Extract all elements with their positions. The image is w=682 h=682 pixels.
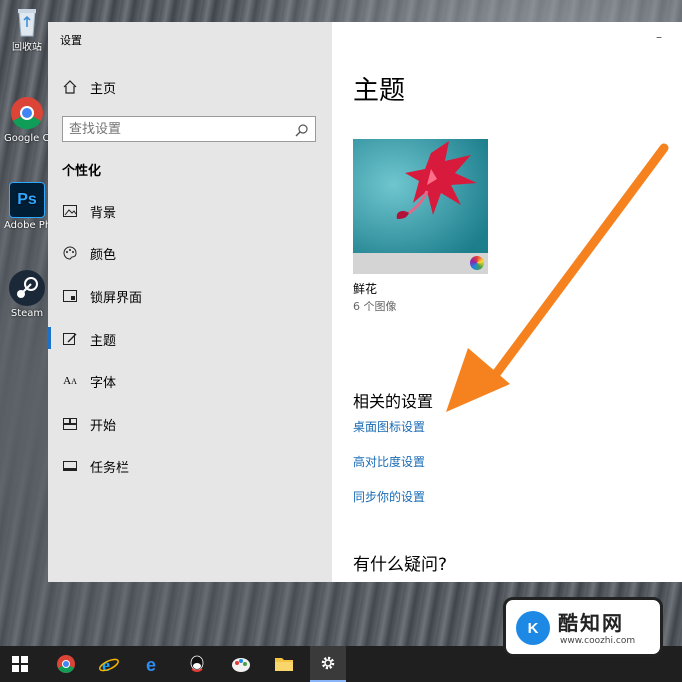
palette-icon xyxy=(62,245,78,261)
window-title: 设置 xyxy=(60,34,82,47)
flower-image xyxy=(353,139,488,253)
theme-color-strip xyxy=(353,253,488,274)
sidebar-item-home[interactable]: 主页 xyxy=(62,75,116,99)
sidebar-item-taskbar[interactable]: 任务栏 xyxy=(62,454,129,478)
sidebar-item-label: 锁屏界面 xyxy=(90,290,143,306)
sidebar-item-themes[interactable]: 主题 xyxy=(62,327,116,351)
minimize-button[interactable]: – xyxy=(656,30,662,44)
settings-window: 设置 主页 个性化 背景 颜色 xyxy=(48,22,682,582)
theme-image-count: 6 个图像 xyxy=(353,300,397,313)
page-title: 主题 xyxy=(353,76,406,106)
start-icon xyxy=(62,416,78,432)
coozhi-watermark: K 酷知网 www.coozhi.com xyxy=(503,597,663,657)
desktop-icon-label: Google Chrome xyxy=(4,133,50,144)
high-contrast-settings-link[interactable]: 高对比度设置 xyxy=(353,453,425,470)
taskbar-icon xyxy=(62,458,78,474)
coozhi-logo: K xyxy=(516,611,550,645)
settings-gear-icon[interactable] xyxy=(310,646,346,682)
theme-thumbnail[interactable] xyxy=(353,139,488,274)
home-icon xyxy=(62,79,78,95)
lock-screen-icon xyxy=(62,288,78,304)
sync-settings-link[interactable]: 同步你的设置 xyxy=(353,488,425,505)
desktop-icon-chrome[interactable]: Google Chrome xyxy=(4,95,50,145)
sidebar-item-start[interactable]: 开始 xyxy=(62,412,116,436)
main-content: – 主题 鲜花 6 个图像 相关的设置 桌面图标设置 高对比度设置 同步你的设置… xyxy=(332,22,682,582)
edge-icon[interactable]: e xyxy=(141,652,165,676)
font-icon: AA xyxy=(63,375,77,387)
svg-text:e: e xyxy=(146,655,156,674)
steam-icon xyxy=(9,270,45,306)
sidebar-item-background[interactable]: 背景 xyxy=(62,199,116,223)
qq-icon[interactable] xyxy=(185,652,209,676)
desktop-icon-label: Steam xyxy=(10,308,44,319)
sidebar-item-fonts[interactable]: AA 字体 xyxy=(62,369,116,393)
chrome-icon[interactable] xyxy=(54,652,78,676)
watermark-url: www.coozhi.com xyxy=(560,636,636,646)
group-title: 个性化 xyxy=(62,164,102,179)
recycle-bin-icon xyxy=(9,4,45,40)
photoshop-icon: Ps xyxy=(9,182,45,218)
sidebar-item-colors[interactable]: 颜色 xyxy=(62,241,116,265)
chrome-icon xyxy=(9,95,45,131)
sidebar-item-label: 主题 xyxy=(90,333,117,349)
search-icon[interactable] xyxy=(295,122,309,141)
sidebar-item-label: 开始 xyxy=(90,418,117,434)
search-input[interactable] xyxy=(63,117,289,141)
paint-icon[interactable] xyxy=(229,652,253,676)
selection-indicator xyxy=(48,327,51,349)
desktop-icon-photoshop[interactable]: Ps Adobe Photosh xyxy=(4,182,50,232)
desktop-icon-recycle-bin[interactable]: 回收站 xyxy=(4,4,50,54)
picture-icon xyxy=(62,203,78,219)
sidebar-item-label: 背景 xyxy=(90,205,117,221)
desktop-icon-steam[interactable]: Steam xyxy=(4,270,50,320)
sidebar-item-label: 任务栏 xyxy=(90,460,130,476)
sidebar-item-label: 字体 xyxy=(90,375,117,391)
color-wheel-icon xyxy=(470,256,484,270)
sidebar: 设置 主页 个性化 背景 颜色 xyxy=(48,22,332,582)
watermark-title: 酷知网 xyxy=(558,611,624,635)
search-box[interactable] xyxy=(62,116,316,142)
theme-name: 鲜花 xyxy=(353,282,378,296)
internet-explorer-icon[interactable]: e xyxy=(97,652,121,676)
windows-start-icon[interactable] xyxy=(8,652,32,676)
desktop-icon-label: Adobe Photosh xyxy=(4,220,50,231)
desktop-icon-settings-link[interactable]: 桌面图标设置 xyxy=(353,418,425,435)
help-title: 有什么疑问? xyxy=(353,555,448,575)
sidebar-item-lock-screen[interactable]: 锁屏界面 xyxy=(62,284,142,308)
desktop-icon-label: 回收站 xyxy=(12,42,42,53)
sidebar-item-label: 主页 xyxy=(90,81,117,97)
theme-icon xyxy=(62,331,78,347)
sidebar-item-label: 颜色 xyxy=(90,247,117,263)
file-explorer-icon[interactable] xyxy=(272,652,296,676)
related-settings-title: 相关的设置 xyxy=(353,392,434,411)
